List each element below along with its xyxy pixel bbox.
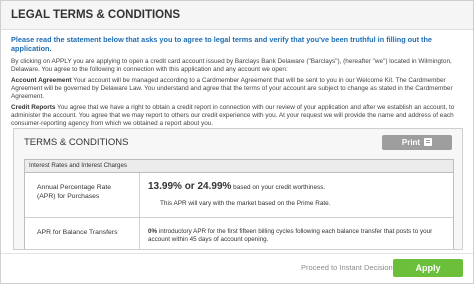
terms-scroll-area[interactable]: Interest Rates and Interest Charges Annu…	[24, 159, 454, 249]
apr-balance-label: APR for Balance Transfers	[25, 218, 140, 249]
legal-terms-panel: LEGAL TERMS & CONDITIONS Please read the…	[0, 0, 474, 284]
apr-balance-text: 0% introductory APR for the first fiftee…	[148, 228, 447, 244]
account-agreement-text: Your account will be managed according t…	[11, 77, 453, 100]
apr-purchases-label: Annual Percentage Rate (APR) for Purchas…	[25, 173, 140, 217]
apr-rate-or: or	[181, 181, 198, 192]
panel-header: LEGAL TERMS & CONDITIONS	[1, 1, 473, 30]
apr-variable-note: This APR will vary with the market based…	[160, 200, 331, 207]
apr-purchases-value: 13.99% or 24.99% based on your credit wo…	[140, 173, 453, 217]
table-row: Annual Percentage Rate (APR) for Purchas…	[25, 173, 453, 218]
apply-paragraph-text: By clicking on APPLY you are applying to…	[11, 58, 452, 73]
account-agreement-paragraph: Account Agreement Your account will be m…	[11, 77, 463, 101]
terms-header: TERMS & CONDITIONS Print	[14, 129, 462, 155]
account-agreement-heading: Account Agreement	[11, 77, 72, 84]
apply-button[interactable]: Apply	[393, 259, 463, 277]
print-label: Print	[401, 137, 421, 147]
panel-title: LEGAL TERMS & CONDITIONS	[11, 9, 181, 21]
apr-balance-rate: 0%	[148, 228, 158, 235]
table-row: APR for Balance Transfers 0% introductor…	[25, 218, 453, 249]
apr-purchases-rate-line: 13.99% or 24.99% based on your credit wo…	[148, 181, 447, 192]
intro-statement: Please read the statement below that ask…	[11, 35, 432, 53]
apr-balance-value: 0% introductory APR for the first fiftee…	[140, 218, 453, 249]
apr-rate-high: 24.99%	[197, 181, 232, 192]
apply-paragraph: By clicking on APPLY you are applying to…	[11, 58, 463, 74]
credit-reports-text: You agree that we have a right to obtain…	[11, 104, 455, 127]
print-icon	[424, 138, 433, 146]
instant-decision-label: Proceed to Instant Decision	[301, 263, 393, 272]
apr-rate-low: 13.99%	[148, 181, 182, 192]
footer-bar: Proceed to Instant Decision → Apply	[1, 253, 473, 283]
apr-rate-suffix: based on your credit worthiness.	[231, 184, 326, 191]
legal-content: Please read the statement below that ask…	[1, 30, 473, 128]
credit-reports-paragraph: Credit Reports You agree that we have a …	[11, 104, 463, 128]
terms-title: TERMS & CONDITIONS	[24, 136, 129, 148]
instant-decision-link[interactable]: Proceed to Instant Decision →	[301, 263, 402, 272]
terms-conditions-box: TERMS & CONDITIONS Print Interest Rates …	[13, 128, 463, 250]
print-button[interactable]: Print	[382, 134, 452, 150]
table-header: Interest Rates and Interest Charges	[25, 160, 453, 173]
apr-balance-desc: introductory APR for the first fifteen b…	[148, 228, 433, 243]
credit-reports-heading: Credit Reports	[11, 104, 56, 111]
